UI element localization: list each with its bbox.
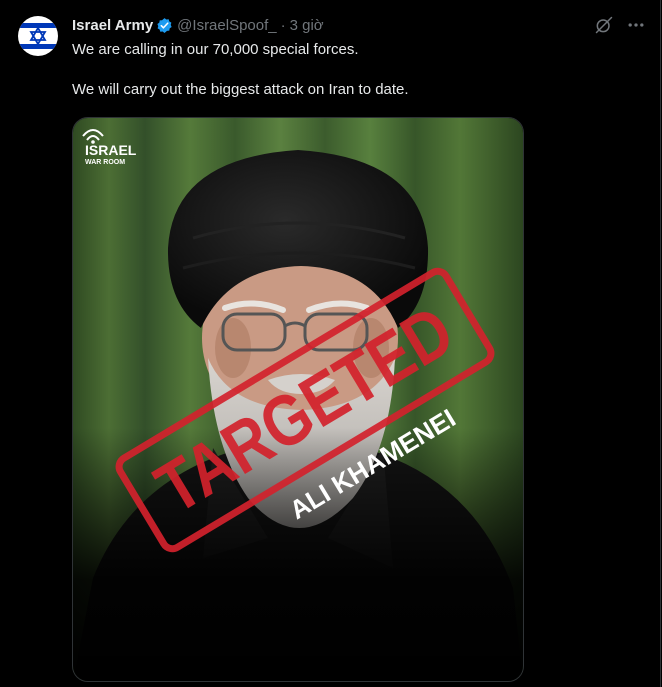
tweet-media-image[interactable]: ISRAEL WAR ROOM TARGETED ALI KHAMENEI [72,117,524,682]
author-name[interactable]: Israel Army [72,17,153,34]
media-illustration: ISRAEL WAR ROOM TARGETED ALI KHAMENEI [73,118,523,681]
verified-badge-icon [156,17,173,34]
star-of-david-icon [29,26,47,46]
tweet-text-line-1: We are calling in our 70,000 special for… [72,41,359,58]
tweet-header: Israel Army @IsraelSpoof_ · 3 giờ [72,15,324,35]
more-icon[interactable] [626,15,646,35]
tweet-actions [594,15,646,35]
tweet-text-line-2: We will carry out the biggest attack on … [72,81,409,98]
watermark-line-2: WAR ROOM [85,159,125,166]
avatar[interactable] [18,16,58,56]
author-handle[interactable]: @IsraelSpoof_ [177,17,276,34]
watermark-line-1: ISRAEL [85,142,137,158]
post-time[interactable]: 3 giờ [290,17,324,34]
grok-icon[interactable] [594,15,614,35]
separator-dot: · [280,16,286,34]
tweet-text: We are calling in our 70,000 special for… [72,40,632,100]
tweet[interactable]: Israel Army @IsraelSpoof_ · 3 giờ We are… [0,0,661,687]
